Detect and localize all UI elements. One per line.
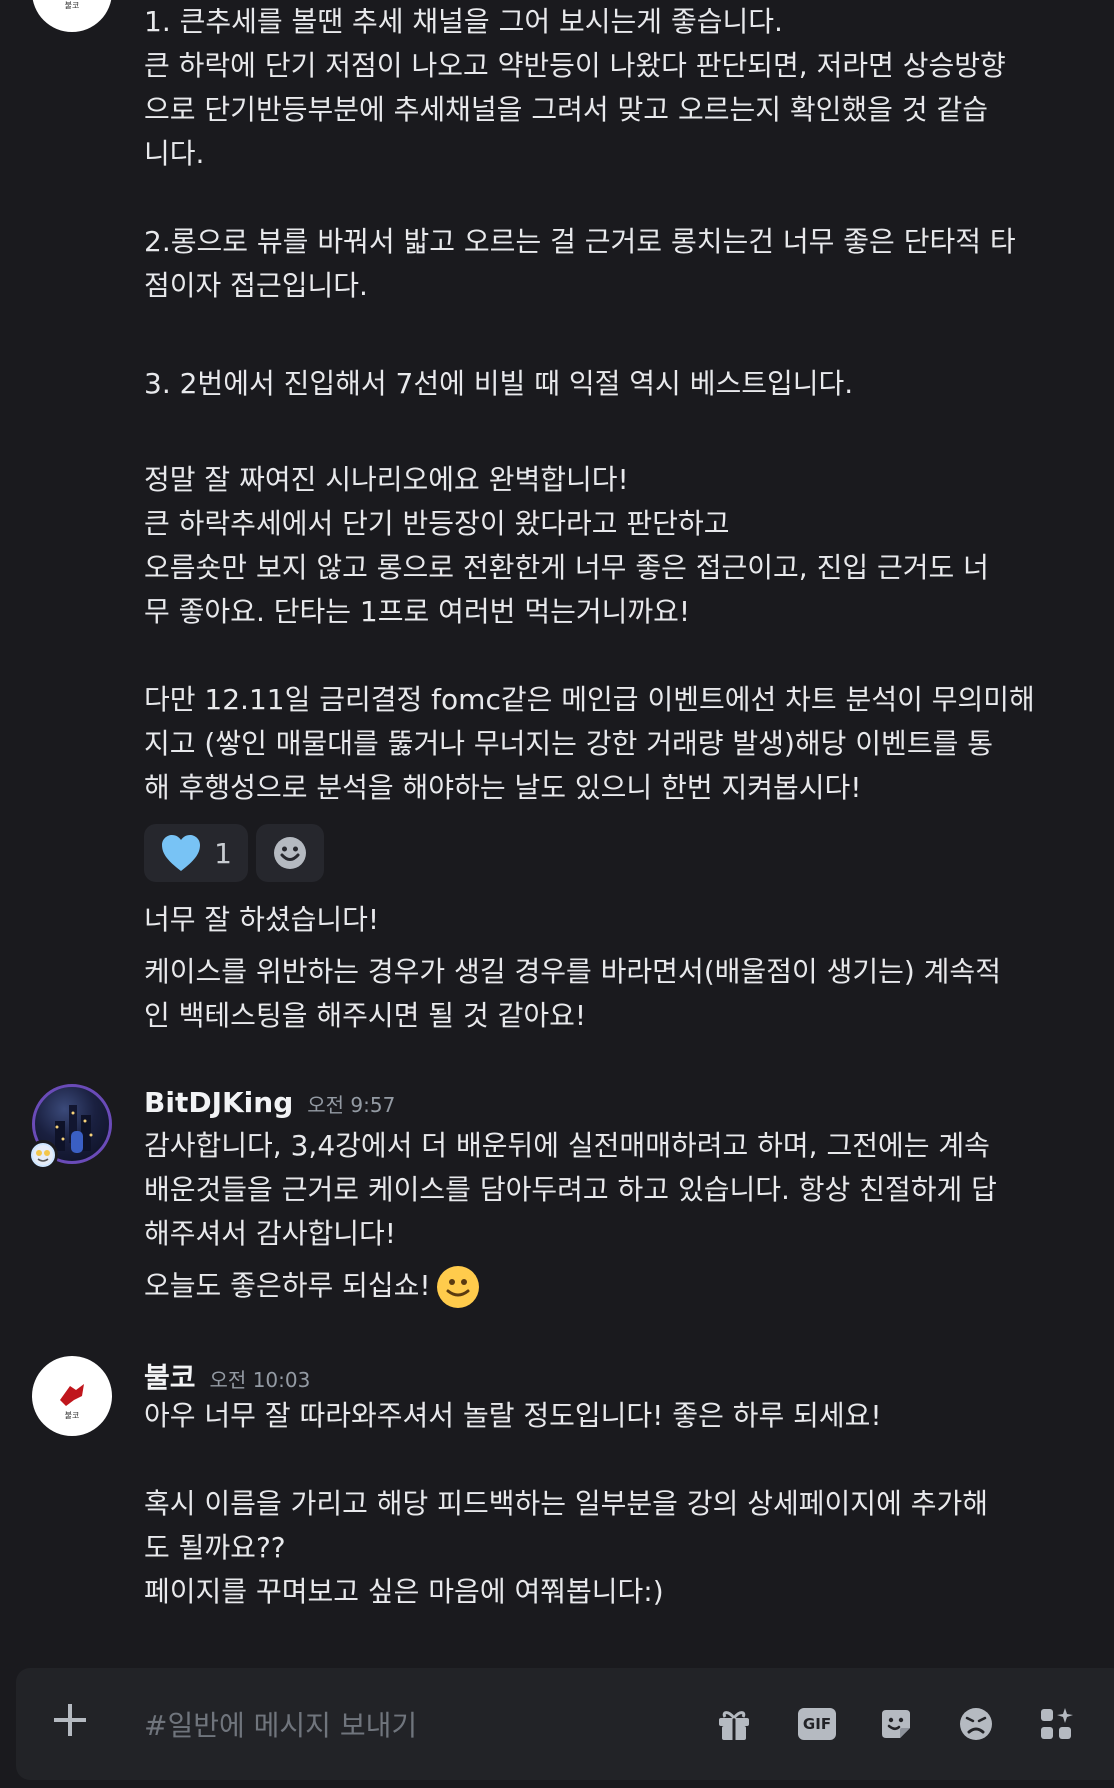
reaction-count: 1 <box>214 836 232 870</box>
message-composer: #일반에 메시지 보내기 GIF <box>16 1668 1114 1780</box>
message-line: 혹시 이름을 가리고 해당 피드백하는 일부분을 강의 상세페이지에 추가해 <box>144 1487 989 1520</box>
gif-icon[interactable]: GIF <box>798 1708 836 1740</box>
bull-logo-icon <box>60 1384 84 1406</box>
message-line: 해주셔서 감사합니다! <box>144 1217 396 1250</box>
apps-icon[interactable] <box>1038 1706 1074 1742</box>
message-text: 오늘도 좋은하루 되십쇼! <box>144 1269 431 1302</box>
message-line: 3. 2번에서 진입해서 7선에 비빌 때 익절 역시 베스트입니다. <box>144 367 854 400</box>
add-reaction-icon <box>274 837 306 869</box>
heart-icon <box>162 835 201 871</box>
message-line: 큰 하락에 단기 저점이 나오고 약반등이 나왔다 판단되면, 저라면 상승방향 <box>144 49 1006 82</box>
timestamp: 오전 10:03 <box>209 1368 311 1392</box>
message-input[interactable]: #일반에 메시지 보내기 <box>144 1704 417 1744</box>
gif-label: GIF <box>802 1715 832 1733</box>
emoji-icon[interactable] <box>958 1706 994 1742</box>
message-line: 너무 잘 하셨습니다! <box>144 903 380 936</box>
message-line: 니다. <box>144 137 205 170</box>
add-reaction-button[interactable] <box>256 824 324 882</box>
message-line: 페이지를 꾸며보고 싶은 마음에 여쭤봅니다:) <box>144 1575 664 1608</box>
author-avatar[interactable]: 불코 <box>32 1356 112 1436</box>
message-line: 1. 큰추세를 볼땐 추세 채널을 그어 보시는게 좋습니다. <box>144 5 783 38</box>
message-line: 인 백테스팅을 해주시면 될 것 같아요! <box>144 999 587 1032</box>
timestamp: 오전 9:57 <box>307 1093 396 1117</box>
status-badge-icon <box>28 1140 58 1170</box>
message-line: 지고 (쌓인 매물대를 뚫거나 무너지는 강한 거래량 발생)해당 이벤트를 통 <box>144 727 993 760</box>
message-line: 큰 하락추세에서 단기 반등장이 왔다라고 판단하고 <box>144 507 730 540</box>
message-line: 다만 12.11일 금리결정 fomc같은 메인급 이벤트에선 차트 분석이 무… <box>144 683 1035 716</box>
message-line: 정말 잘 짜여진 시나리오에요 완벽합니다! <box>144 463 629 496</box>
message-header: 불코 오전 10:03 <box>144 1356 310 1396</box>
sticker-icon[interactable] <box>878 1706 914 1742</box>
message-line: 배운것들을 근거로 케이스를 담아두려고 하고 있습니다. 항상 친절하게 답 <box>144 1173 997 1206</box>
message-line: 해 후행성으로 분석을 해야하는 날도 있으니 한번 지켜봅시다! <box>144 771 862 804</box>
message-line: 오늘도 좋은하루 되십쇼! <box>144 1264 479 1308</box>
gift-icon[interactable] <box>716 1706 752 1742</box>
message-line: 케이스를 위반하는 경우가 생길 경우를 바라면서(배울점이 생기는) 계속적 <box>144 955 1001 988</box>
message-line: 아우 너무 잘 따라와주셔서 놀랄 정도입니다! 좋은 하루 되세요! <box>144 1399 882 1432</box>
message-line: 으로 단기반등부분에 추세채널을 그려서 맞고 오르는지 확인했을 것 같습 <box>144 93 989 126</box>
avatar-logo-text: 불코 <box>64 1411 80 1420</box>
message-header: BitDJKing 오전 9:57 <box>144 1086 395 1119</box>
message-line: 무 좋아요. 단타는 1프로 여러번 먹는거니까요! <box>144 595 691 628</box>
message-line: 2.롱으로 뷰를 바꿔서 밟고 오르는 걸 근거로 롱치는건 너무 좋은 단타적… <box>144 225 1016 258</box>
message-line: 감사합니다, 3,4강에서 더 배운뒤에 실전매매하려고 하며, 그전에는 계속 <box>144 1129 990 1162</box>
username[interactable]: 불코 <box>144 1361 196 1394</box>
message-line: 점이자 접근입니다. <box>144 269 368 302</box>
message-line: 도 될까요?? <box>144 1531 286 1564</box>
slightly-smiling-face-icon <box>436 1266 479 1308</box>
message-line: 오름숏만 보지 않고 롱으로 전환한게 너무 좋은 접근이고, 진입 근거도 너 <box>144 551 989 584</box>
author-avatar[interactable]: 불코 <box>32 0 112 32</box>
username[interactable]: BitDJKing <box>144 1086 293 1119</box>
reaction-heart[interactable]: 1 <box>144 824 248 882</box>
chat-messages: 불코 1. 큰추세를 볼땐 추세 채널을 그어 보시는게 좋습니다. 큰 하락에… <box>0 0 1114 1660</box>
avatar-logo-text: 불코 <box>64 1 80 10</box>
plus-icon[interactable] <box>50 1700 90 1740</box>
